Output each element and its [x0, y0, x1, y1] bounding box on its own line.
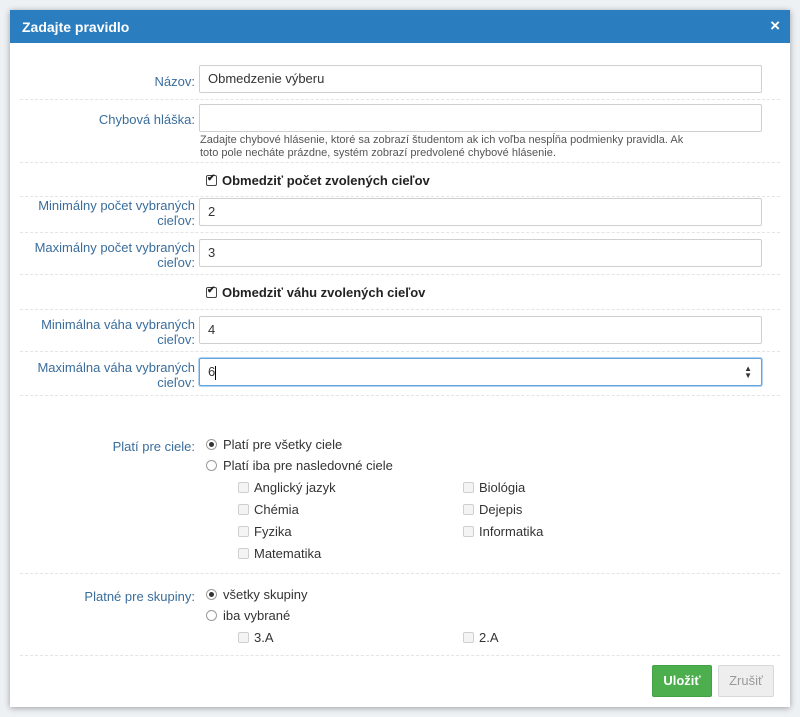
goal-item[interactable]: Fyzika	[238, 524, 292, 539]
group-item[interactable]: 3.A	[238, 630, 274, 645]
goal-item-label: Fyzika	[254, 524, 292, 539]
min-count-label-line-1: Minimálny počet vybraných	[38, 198, 195, 213]
error-help-line-1: Zadajte chybové hlásenie, ktoré sa zobra…	[200, 134, 684, 146]
goal-item[interactable]: Informatika	[463, 524, 543, 539]
divider	[20, 232, 780, 233]
max-count-input[interactable]: 3	[199, 239, 762, 267]
text-cursor	[215, 365, 217, 380]
rule-dialog: Zadajte pravidlo × Názov: Obmedzenie výb…	[10, 10, 790, 707]
goals-option-all[interactable]: Platí pre všetky ciele	[206, 437, 342, 452]
goal-item[interactable]: Chémia	[238, 502, 299, 517]
max-count-label-line-1: Maximálny počet vybraných	[34, 240, 195, 255]
goals-label: Platí pre ciele:	[112, 439, 195, 454]
groups-radio-all[interactable]	[206, 589, 217, 600]
max-count-label: Maximálny počet vybraných cieľov:	[10, 240, 195, 270]
groups-option-selected[interactable]: iba vybrané	[206, 608, 290, 623]
min-weight-label-line-1: Minimálna váha vybraných	[41, 317, 195, 332]
divider	[20, 99, 780, 100]
max-count-label-line-2: cieľov:	[157, 255, 195, 270]
group-item[interactable]: 2.A	[463, 630, 499, 645]
divider	[20, 395, 780, 396]
goals-option-all-label: Platí pre všetky ciele	[223, 437, 343, 452]
goal-checkbox[interactable]	[463, 504, 474, 515]
goal-item-label: Dejepis	[479, 502, 523, 517]
max-weight-value: 6	[208, 364, 216, 379]
groups-radio-selected[interactable]	[206, 610, 217, 621]
divider	[20, 309, 780, 310]
max-weight-input[interactable]: 6 ▲ ▼	[199, 358, 762, 386]
error-help-line-2: toto pole necháte prázdne, systém zobraz…	[200, 147, 556, 159]
goals-radio-all[interactable]	[206, 439, 217, 450]
spinner-icon[interactable]: ▲ ▼	[744, 365, 752, 380]
limit-weight-checkbox[interactable]	[206, 285, 217, 298]
goal-checkbox[interactable]	[463, 482, 474, 493]
goal-item-label: Matematika	[254, 546, 322, 561]
min-count-input[interactable]: 2	[199, 198, 762, 226]
limit-weight-checkbox-row[interactable]: Obmedziť váhu zvolených cieľov	[206, 285, 425, 300]
divider	[20, 162, 780, 163]
groups-option-all[interactable]: všetky skupiny	[206, 587, 308, 602]
limit-count-checkbox-row[interactable]: Obmedziť počet zvolených cieľov	[206, 173, 430, 188]
goal-checkbox[interactable]	[238, 504, 249, 515]
goal-checkbox[interactable]	[463, 526, 474, 537]
max-weight-label-line-1: Maximálna váha vybraných	[37, 360, 195, 375]
cancel-button[interactable]: Zrušiť	[718, 665, 774, 697]
min-weight-input[interactable]: 4	[199, 316, 762, 344]
min-count-label-line-2: cieľov:	[157, 213, 195, 228]
max-weight-label: Maximálna váha vybraných cieľov:	[10, 360, 195, 390]
name-input-value: Obmedzenie výberu	[208, 71, 325, 86]
groups-label: Platné pre skupiny:	[84, 589, 195, 604]
goal-item-label: Anglický jazyk	[254, 480, 336, 495]
divider	[20, 655, 780, 656]
dialog-titlebar: Zadajte pravidlo ×	[10, 10, 790, 43]
divider	[20, 573, 780, 574]
min-count-label: Minimálny počet vybraných cieľov:	[10, 198, 195, 228]
group-checkbox[interactable]	[238, 632, 249, 643]
group-checkbox[interactable]	[463, 632, 474, 643]
goal-item-label: Informatika	[479, 524, 544, 539]
goal-item-label: Chémia	[254, 502, 299, 517]
divider	[20, 351, 780, 352]
goal-item[interactable]: Dejepis	[463, 502, 522, 517]
limit-weight-label: Obmedziť váhu zvolených cieľov	[222, 285, 426, 300]
groups-option-all-label: všetky skupiny	[223, 587, 308, 602]
save-button[interactable]: Uložiť	[652, 665, 712, 697]
min-weight-label: Minimálna váha vybraných cieľov:	[10, 317, 195, 347]
group-item-label: 3.A	[254, 630, 274, 645]
goal-item-label: Biológia	[479, 480, 526, 495]
min-count-value: 2	[208, 204, 216, 219]
goal-item[interactable]: Anglický jazyk	[238, 480, 336, 495]
limit-count-label: Obmedziť počet zvolených cieľov	[222, 173, 430, 188]
close-icon[interactable]: ×	[770, 17, 780, 34]
min-weight-label-line-2: cieľov:	[157, 332, 195, 347]
goal-checkbox[interactable]	[238, 526, 249, 537]
group-item-label: 2.A	[479, 630, 499, 645]
max-weight-label-line-2: cieľov:	[157, 375, 195, 390]
goal-checkbox[interactable]	[238, 548, 249, 559]
goals-option-selected[interactable]: Platí iba pre nasledovné ciele	[206, 458, 393, 473]
goals-radio-selected[interactable]	[206, 460, 217, 471]
divider	[20, 274, 780, 275]
groups-option-selected-label: iba vybrané	[223, 608, 291, 623]
name-input[interactable]: Obmedzenie výberu	[199, 65, 762, 93]
error-message-input[interactable]	[199, 104, 762, 132]
goal-item[interactable]: Matematika	[238, 546, 321, 561]
goal-checkbox[interactable]	[238, 482, 249, 493]
divider	[20, 196, 780, 197]
name-label: Názov:	[154, 74, 195, 89]
goals-option-selected-label: Platí iba pre nasledovné ciele	[223, 458, 393, 473]
goal-item[interactable]: Biológia	[463, 480, 525, 495]
max-count-value: 3	[208, 245, 216, 260]
dialog-title: Zadajte pravidlo	[22, 19, 130, 35]
error-message-label: Chybová hláška:	[98, 112, 195, 127]
limit-count-checkbox[interactable]	[206, 173, 217, 186]
min-weight-value: 4	[208, 322, 216, 337]
